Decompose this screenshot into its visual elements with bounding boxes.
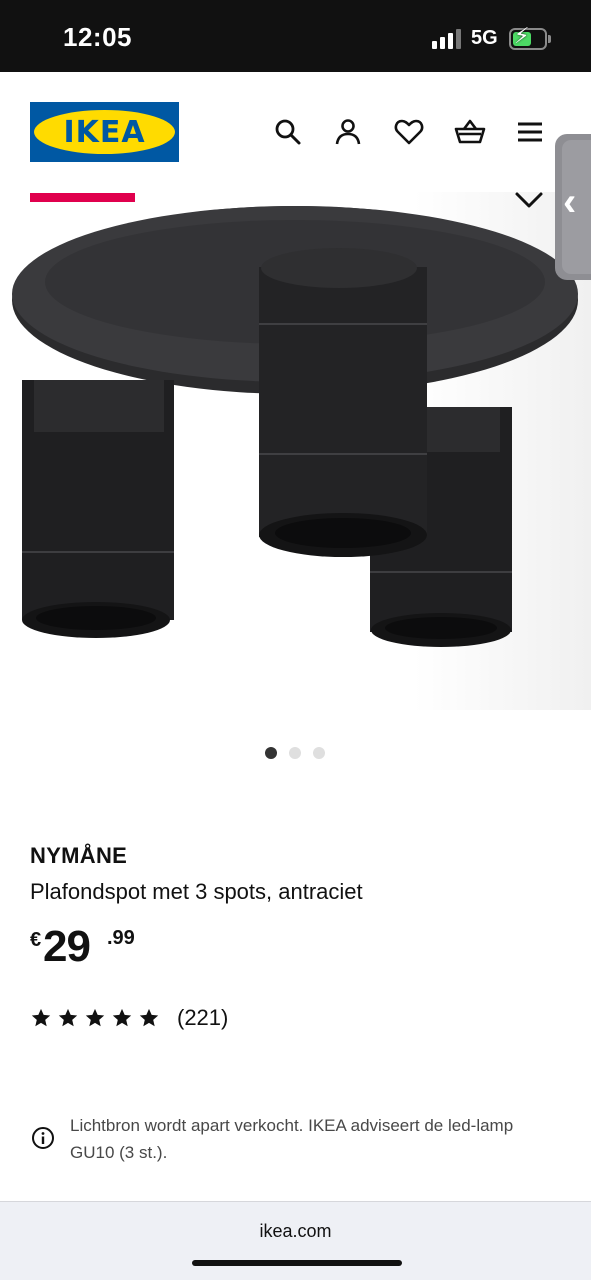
logo-oval: IKEA <box>34 110 175 154</box>
rating-stars <box>30 1007 160 1029</box>
price-decimal: .99 <box>107 927 135 949</box>
info-icon <box>31 1126 55 1150</box>
carousel-dot[interactable] <box>265 747 277 759</box>
star-icon <box>139 1008 159 1027</box>
status-time: 12:05 <box>63 22 132 52</box>
star-icon <box>31 1008 51 1027</box>
charging-bolt-icon: ⚡ <box>514 23 530 48</box>
price-currency: € <box>30 929 42 951</box>
product-image[interactable] <box>0 192 591 710</box>
product-brand: NYMÅNE <box>30 843 128 868</box>
search-icon[interactable] <box>272 116 304 148</box>
site-header: IKEA <box>0 72 591 192</box>
url-text[interactable]: ikea.com <box>0 1221 591 1242</box>
star-icon <box>112 1008 132 1027</box>
product-rating[interactable]: (221) <box>30 1005 228 1031</box>
product-description: Plafondspot met 3 spots, antraciet <box>30 879 363 904</box>
wishlist-heart-icon[interactable] <box>393 116 425 148</box>
browser-address-bar[interactable]: ikea.com <box>0 1201 591 1280</box>
rating-count: (221) <box>177 1005 229 1030</box>
chevron-down-icon[interactable] <box>513 186 545 214</box>
shopping-basket-icon[interactable] <box>454 116 486 148</box>
notice-text: Lichtbron wordt apart verkocht. IKEA adv… <box>70 1116 514 1162</box>
home-indicator[interactable] <box>192 1260 402 1266</box>
chevron-left-icon: ‹ <box>563 180 577 224</box>
promo-bar <box>30 193 135 202</box>
network-type: 5G <box>471 27 498 49</box>
cellular-signal-icon <box>432 29 462 49</box>
menu-icon[interactable] <box>514 116 546 148</box>
logo-text: IKEA <box>63 114 146 150</box>
ikea-logo[interactable]: IKEA <box>30 102 179 162</box>
star-icon <box>85 1008 105 1027</box>
account-icon[interactable] <box>332 116 364 148</box>
carousel-indicator <box>265 747 325 759</box>
carousel-dot[interactable] <box>289 747 301 759</box>
status-bar: 12:05 5G ⚡ <box>0 0 591 72</box>
price-integer: 29 <box>43 922 91 971</box>
side-panel-handle[interactable]: ‹ <box>555 134 591 280</box>
star-icon <box>58 1008 78 1027</box>
battery-cap <box>548 35 551 43</box>
carousel-dot[interactable] <box>313 747 325 759</box>
